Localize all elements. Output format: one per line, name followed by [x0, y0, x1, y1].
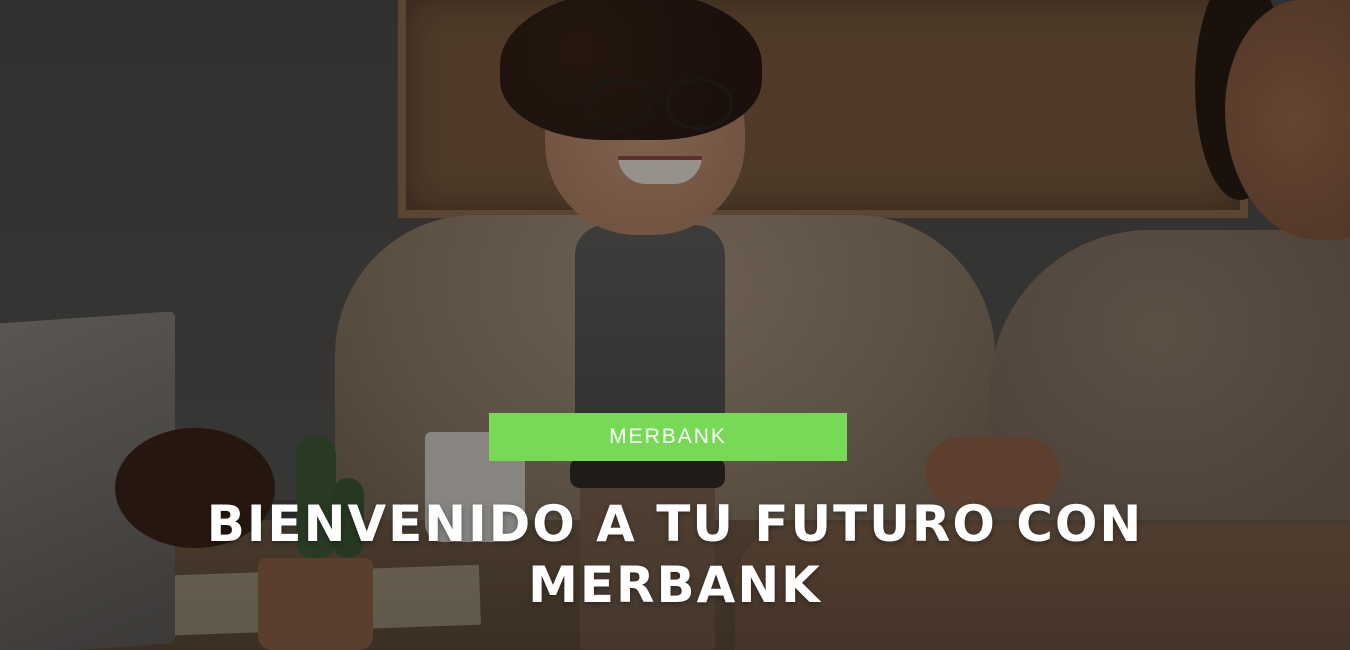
brand-badge-label: MERBANK — [609, 425, 727, 448]
hero-headline-line1: BIENVENIDO A TU FUTURO CON — [206, 495, 1144, 553]
hero-headline: BIENVENIDO A TU FUTURO CON MERBANK — [120, 494, 1230, 616]
hero-banner: MERBANK BIENVENIDO A TU FUTURO CON MERBA… — [0, 0, 1350, 650]
brand-badge: MERBANK — [489, 413, 847, 461]
hero-headline-line2: MERBANK — [528, 556, 822, 614]
